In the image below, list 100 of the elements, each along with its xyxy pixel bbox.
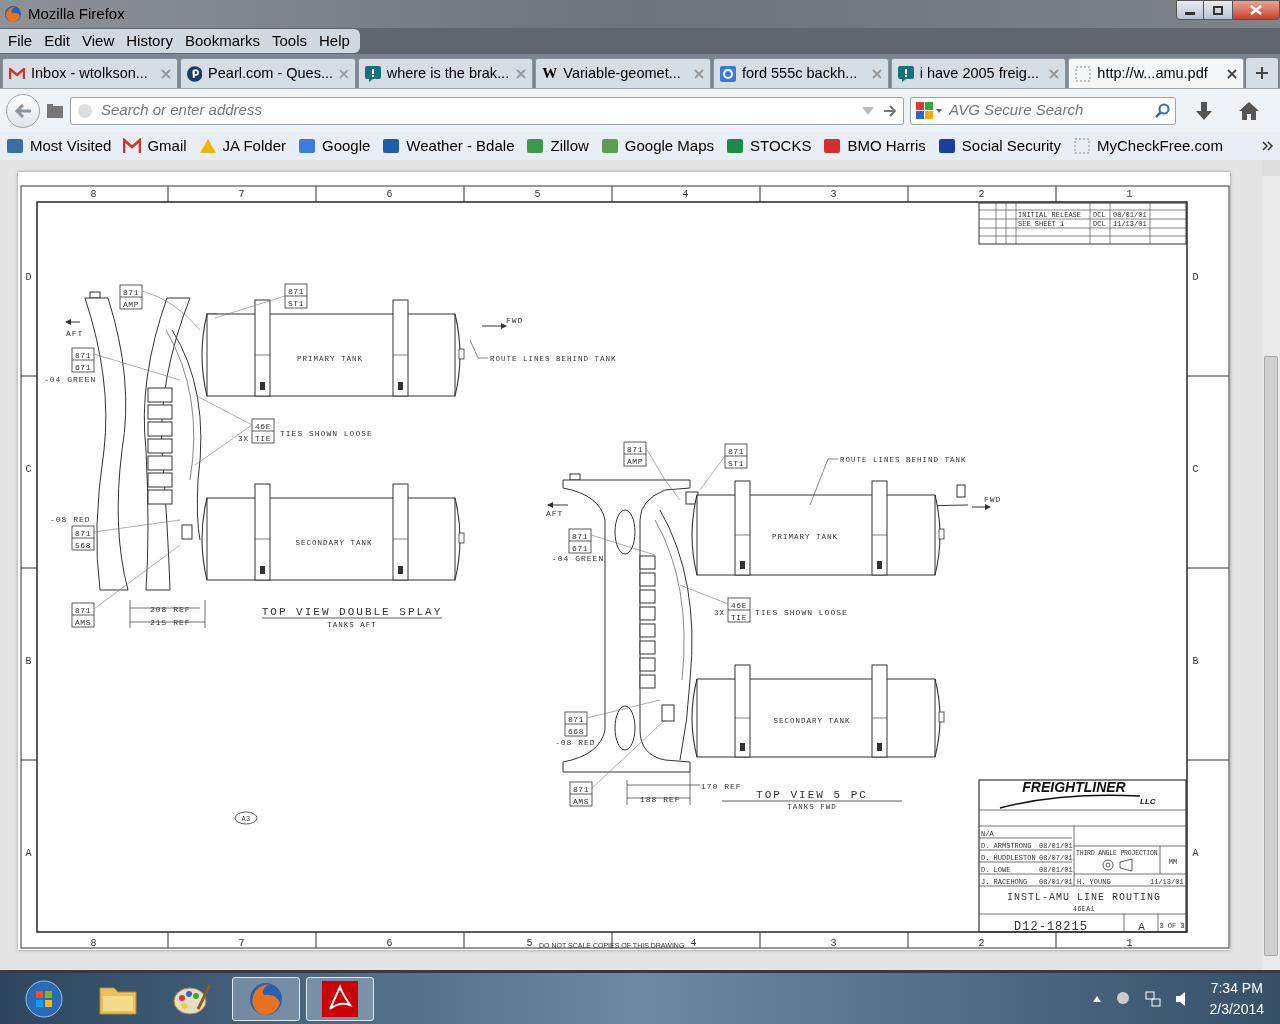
callout-code: 871: [627, 444, 643, 454]
callout-note: TIES SHOWN LOOSE: [280, 429, 373, 438]
callout-label: [724, 443, 748, 469]
bookmark-item[interactable]: JA Folder: [198, 134, 286, 158]
callout-label: [623, 441, 647, 467]
zone-number: 2: [978, 189, 986, 200]
go-arrow-icon[interactable]: [883, 103, 897, 118]
callout-note: -08 RED: [50, 515, 91, 524]
browser-tab[interactable]: where is the brak...: [357, 58, 534, 88]
squares-icon[interactable]: [915, 100, 943, 121]
start-orb-icon[interactable]: [24, 978, 64, 1019]
callout-code: TIE: [731, 612, 747, 622]
callout-label: [564, 711, 588, 737]
search-icon[interactable]: [1155, 102, 1171, 119]
network-icon[interactable]: [1143, 989, 1162, 1008]
drawing-number: D12-18215: [1014, 920, 1088, 934]
home-icon[interactable]: [1238, 100, 1260, 121]
search-input[interactable]: AVG Secure Search: [949, 99, 1149, 122]
taskbar-button[interactable]: [232, 976, 300, 1021]
menu-item[interactable]: Tools: [266, 29, 313, 53]
bookmark-item[interactable]: Zillow: [526, 134, 589, 158]
bookmark-item[interactable]: Most Visited: [6, 134, 112, 158]
zone-number: 7: [238, 189, 246, 200]
zone-number: 2: [978, 938, 986, 949]
window-title: Mozilla Firefox: [28, 3, 125, 24]
zone-number: 3: [830, 938, 838, 949]
bookmark-item[interactable]: BMO Harris: [823, 134, 926, 158]
back-arrow-icon: [14, 102, 32, 119]
menu-item[interactable]: Edit: [38, 29, 77, 53]
direction-label: FWD: [506, 316, 524, 325]
clock[interactable]: 7:34 PM 2/3/2014: [1203, 977, 1270, 1020]
callout-code: TIE: [255, 433, 271, 443]
callout-code: ST1: [728, 458, 744, 468]
close-icon[interactable]: [1227, 68, 1238, 79]
browser-tab[interactable]: i have 2005 freig...: [890, 58, 1067, 88]
menu-item[interactable]: Help: [313, 29, 356, 53]
up-arrow-icon[interactable]: [1091, 994, 1102, 1003]
scrollbar[interactable]: [1262, 160, 1280, 970]
pdf-icon[interactable]: [320, 978, 360, 1019]
new-tab-button[interactable]: [1246, 58, 1278, 88]
page-icon: [1073, 138, 1091, 154]
callout-label: [568, 528, 592, 554]
browser-tab[interactable]: Inbox - wtolkson...: [2, 58, 178, 88]
back-button[interactable]: [6, 93, 40, 128]
projection-symbol-icon: [1102, 858, 1133, 872]
direction-label: AFT: [546, 509, 564, 518]
bookmark-item[interactable]: Google Maps: [600, 134, 715, 158]
download-arrow-icon[interactable]: [1194, 100, 1214, 121]
callout-label: [569, 781, 593, 807]
menu-item[interactable]: Bookmarks: [178, 29, 266, 53]
bookmark-item[interactable]: Social Security: [937, 134, 1061, 158]
close-button[interactable]: [1232, 0, 1280, 20]
browser-tab[interactable]: Pearl.com - Ques...: [179, 58, 356, 88]
menu-item[interactable]: View: [76, 29, 121, 53]
leader-line: [194, 394, 253, 466]
zone-letter: B: [25, 656, 33, 667]
mail-icon: [123, 138, 142, 154]
zone-letter: A: [25, 848, 33, 859]
tab-label: i have 2005 freig...: [919, 63, 1039, 83]
circle-icon: [186, 65, 203, 82]
address-input[interactable]: Search or enter address: [101, 99, 853, 122]
browser-tab[interactable]: ford 555c backh...: [713, 58, 889, 88]
callout-code: 46E: [731, 600, 747, 610]
grid-icon[interactable]: [46, 102, 64, 119]
zone-number: 7: [238, 938, 246, 949]
close-icon: [1250, 5, 1262, 15]
chevron-icon[interactable]: [1262, 141, 1274, 151]
bookmark-item[interactable]: STOCKS: [726, 134, 812, 158]
callout-code: AMP: [123, 299, 139, 309]
minimize-button[interactable]: [1176, 0, 1204, 20]
bookmark-item[interactable]: MyCheckFree.com: [1073, 134, 1223, 158]
callout-code: AMS: [573, 796, 589, 806]
scrollbar-thumb[interactable]: [1264, 356, 1278, 956]
taskbar-button[interactable]: [306, 976, 374, 1021]
browser-tab[interactable]: W Variable-geomet...: [535, 58, 711, 88]
callout-label: [119, 284, 143, 310]
bookmark-item[interactable]: Google: [298, 134, 371, 158]
zone-number: 8: [90, 189, 98, 200]
zone-number: 4: [690, 938, 698, 949]
bookmark-item[interactable]: Gmail: [123, 134, 187, 158]
address-field[interactable]: Search or enter address: [70, 96, 904, 125]
direction-label: AFT: [66, 329, 84, 338]
menu-item[interactable]: History: [120, 29, 179, 53]
callout-code: ST1: [288, 298, 304, 308]
menu-item[interactable]: File: [2, 29, 39, 53]
maximize-button[interactable]: [1204, 0, 1232, 20]
clock-time: 7:34 PM: [1210, 978, 1263, 998]
zone-number: 1: [1126, 938, 1134, 949]
square-icon: [726, 138, 745, 154]
zone-letter: C: [1192, 464, 1200, 475]
search-field[interactable]: AVG Secure Search: [910, 96, 1176, 125]
swoosh-icon: [999, 794, 1141, 809]
tab-favicon: W: [542, 66, 558, 81]
zone-letter: D: [25, 272, 33, 283]
callout-label: [284, 283, 308, 309]
direction-arrow: [547, 502, 569, 508]
callout-code: 871: [75, 350, 91, 360]
callout-note: -04 GREEN: [44, 375, 97, 384]
browser-tab[interactable]: http://w...amu.pdf: [1068, 58, 1245, 88]
bookmark-item[interactable]: Weather - Bdale: [382, 134, 515, 158]
